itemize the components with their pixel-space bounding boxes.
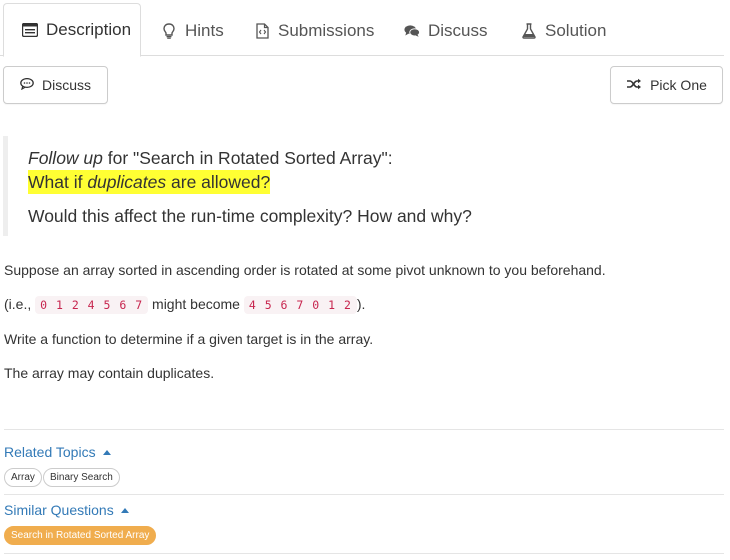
divider [4,553,724,554]
tab-submissions[interactable]: Submissions [236,6,392,56]
tab-discuss[interactable]: Discuss [386,6,506,56]
divider [4,494,724,495]
description-icon [22,22,38,38]
pick-one-button[interactable]: Pick One [610,66,723,104]
related-topics-toggle[interactable]: Related Topics [4,444,111,460]
tab-label: Solution [545,21,607,40]
highlighted-question: What if duplicates are allowed? [28,170,271,194]
example-paragraph: (i.e., 0 1 2 4 5 6 7 might become 4 5 6 … [4,294,724,315]
pick-one-button-label: Pick One [650,77,707,93]
caret-up-icon [102,449,111,455]
caret-up-icon [120,507,129,513]
discuss-button-label: Discuss [41,77,91,93]
comment-icon [20,77,34,93]
example-text: might become [148,296,244,312]
tab-hints[interactable]: Hints [143,6,242,56]
example-text: (i.e., [4,296,36,312]
rotated-array-code: 4 5 6 7 0 1 2 [243,296,357,314]
follow-up-reference: for "Search in Rotated Sorted Array": [102,148,393,168]
similar-question-tag[interactable]: Search in Rotated Sorted Array [4,526,157,545]
tab-label: Submissions [278,21,375,40]
related-topics-label: Related Topics [4,444,96,460]
similar-questions-toggle[interactable]: Similar Questions [4,502,129,518]
divider [4,429,724,430]
description-paragraph: Suppose an array sorted in ascending ord… [4,262,606,278]
duplicates-paragraph: The array may contain duplicates. [4,365,215,381]
comments-icon [404,23,420,39]
highlight-text: What if [28,172,88,192]
tab-label: Hints [185,21,224,40]
discuss-button[interactable]: Discuss [3,66,108,104]
submissions-icon [254,23,270,39]
flask-icon [521,23,537,39]
example-text: ). [356,296,366,312]
problem-tabs: Description Hints Submissions Discuss So… [0,0,724,57]
tab-description[interactable]: Description [3,3,141,57]
topic-tag-binary-search[interactable]: Binary Search [43,468,120,487]
follow-up-blockquote: Follow up for "Search in Rotated Sorted … [3,136,724,236]
tab-label: Discuss [428,21,488,40]
topic-tag-array[interactable]: Array [4,468,42,487]
highlight-text: are allowed? [166,172,271,192]
complexity-question: Would this affect the run-time complexit… [28,206,472,226]
tab-label: Description [46,20,132,39]
follow-up-emphasis: Follow up [28,148,103,168]
lightbulb-icon [161,23,177,39]
tab-solution[interactable]: Solution [503,6,624,56]
task-paragraph: Write a function to determine if a given… [4,331,374,347]
similar-questions-label: Similar Questions [4,502,114,518]
problem-description: Suppose an array sorted in ascending ord… [4,260,724,397]
shuffle-icon [626,77,642,93]
duplicates-emphasis: duplicates [87,172,167,192]
sorted-array-code: 0 1 2 4 5 6 7 [35,296,149,314]
follow-up-line: Follow up for "Search in Rotated Sorted … [28,146,724,170]
